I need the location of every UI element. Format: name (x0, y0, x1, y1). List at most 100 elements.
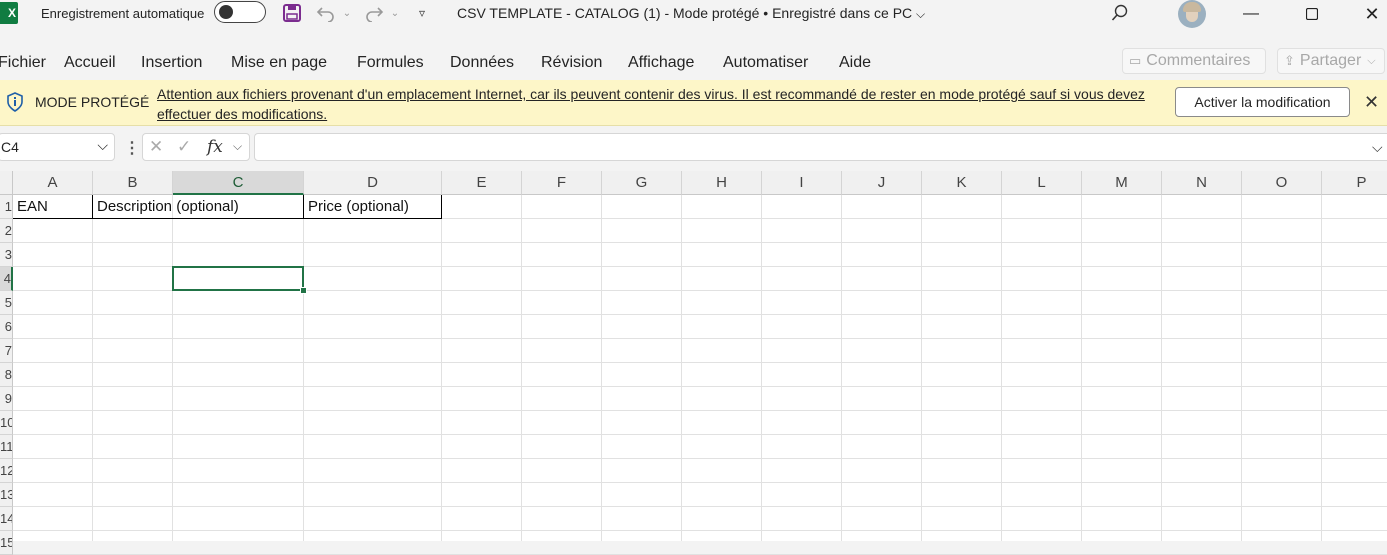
gridline (13, 530, 1387, 531)
column-header-g[interactable]: G (602, 171, 682, 195)
column-header-a[interactable]: A (13, 171, 93, 195)
column-header-e[interactable]: E (442, 171, 522, 195)
autosave-toggle[interactable] (214, 1, 266, 23)
undo-dropdown-icon[interactable]: ⌄ (340, 2, 354, 24)
cell-d1[interactable]: Price (optional) (308, 198, 409, 215)
gridline (13, 434, 1387, 435)
name-box-value: C4 (1, 139, 19, 155)
menu-affichage[interactable]: Affichage (628, 54, 694, 72)
comments-button[interactable]: ▭ Commentaires (1122, 48, 1266, 74)
gridline (521, 195, 522, 541)
row-header-7[interactable]: 7 (0, 339, 13, 363)
cell-border (13, 218, 442, 219)
column-header-d[interactable]: D (304, 171, 442, 195)
gridline (13, 314, 1387, 315)
column-header-o[interactable]: O (1242, 171, 1322, 195)
row-header-3[interactable]: 3 (0, 243, 13, 267)
share-icon: ⇪ (1284, 53, 1295, 68)
gridline (761, 195, 762, 541)
column-header-f[interactable]: F (522, 171, 602, 195)
gridline (1321, 195, 1322, 541)
gridline (13, 362, 1387, 363)
select-all-corner[interactable] (0, 171, 13, 195)
row-header-4[interactable]: 4 (0, 267, 13, 291)
cell-border (441, 195, 442, 219)
column-header-k[interactable]: K (922, 171, 1002, 195)
row-header-5[interactable]: 5 (0, 291, 13, 315)
more-options-icon[interactable]: ⋮ (124, 138, 140, 158)
column-header-m[interactable]: M (1082, 171, 1162, 195)
menu-mise-en-page[interactable]: Mise en page (231, 54, 327, 72)
cell-border (92, 195, 93, 219)
gridline (13, 482, 1387, 483)
avatar[interactable] (1178, 0, 1206, 28)
gridline (1161, 195, 1162, 541)
column-header-l[interactable]: L (1002, 171, 1082, 195)
minimize-icon[interactable]: — (1228, 0, 1274, 28)
menu-donnees[interactable]: Données (450, 54, 514, 72)
shield-icon (6, 92, 24, 117)
document-title-text: CSV TEMPLATE - CATALOG (1) - Mode protég… (457, 5, 913, 21)
autosave-label: Enregistrement automatique (41, 6, 205, 21)
column-header-j[interactable]: J (842, 171, 922, 195)
column-header-n[interactable]: N (1162, 171, 1242, 195)
close-icon[interactable]: ✕ (1364, 92, 1379, 113)
enable-editing-button[interactable]: Activer la modification (1175, 87, 1350, 117)
column-header-h[interactable]: H (682, 171, 762, 195)
undo-icon[interactable] (314, 2, 338, 24)
enter-icon[interactable]: ✓ (177, 137, 191, 157)
row-header-8[interactable]: 8 (0, 363, 13, 387)
column-header-c[interactable]: C (173, 171, 304, 195)
column-header-b[interactable]: B (93, 171, 173, 195)
chevron-down-icon: ⌵ (916, 7, 926, 21)
redo-icon[interactable] (362, 2, 386, 24)
customize-toolbar-icon[interactable]: ▿ (414, 2, 430, 24)
row-header-13[interactable]: 13 (0, 483, 13, 507)
search-icon[interactable] (1108, 2, 1132, 24)
menu-fichier[interactable]: Fichier (0, 54, 46, 72)
chevron-down-icon[interactable]: ⌵ (233, 139, 242, 154)
document-title[interactable]: CSV TEMPLATE - CATALOG (1) - Mode protég… (457, 5, 925, 22)
cancel-icon[interactable]: ✕ (149, 137, 163, 157)
menu-insertion[interactable]: Insertion (141, 54, 202, 72)
save-icon[interactable] (280, 2, 304, 24)
row-header-14[interactable]: 14 (0, 507, 13, 531)
name-box[interactable]: C4 ⌵ (0, 133, 115, 161)
maximize-icon[interactable] (1289, 0, 1335, 28)
gridline (681, 195, 682, 541)
row-header-11[interactable]: 11 (0, 435, 13, 459)
gridline (441, 195, 442, 541)
gridline (172, 195, 173, 541)
row-header-2[interactable]: 2 (0, 219, 13, 243)
column-header-i[interactable]: I (762, 171, 842, 195)
title-bar: X Enregistrement automatique ⌄ ⌄ ▿ CSV T… (0, 0, 1387, 30)
row-header-1[interactable]: 1 (0, 195, 13, 219)
cell-b1[interactable]: Description (optional) (97, 198, 239, 215)
row-header-9[interactable]: 9 (0, 387, 13, 411)
active-cell-c4[interactable] (172, 266, 304, 291)
row-header-12[interactable]: 12 (0, 459, 13, 483)
redo-dropdown-icon[interactable]: ⌄ (388, 2, 402, 24)
banner-message-link[interactable]: Attention aux fichiers provenant d'un em… (157, 84, 1147, 124)
protected-view-banner: MODE PROTÉGÉ Attention aux fichiers prov… (0, 80, 1387, 126)
close-window-icon[interactable]: ✕ (1349, 0, 1387, 28)
menu-automatiser[interactable]: Automatiser (723, 54, 808, 72)
menu-formules[interactable]: Formules (357, 54, 424, 72)
gridline (13, 410, 1387, 411)
formula-input[interactable] (254, 133, 1387, 161)
cell-a1[interactable]: EAN (17, 198, 48, 215)
excel-logo-icon: X (0, 2, 18, 24)
row-header-15[interactable]: 15 (0, 531, 13, 555)
share-button[interactable]: ⇪ Partager ⌵ (1277, 48, 1385, 74)
row-header-6[interactable]: 6 (0, 315, 13, 339)
insert-function-icon[interactable]: fx (207, 137, 223, 157)
expand-formula-bar-icon[interactable]: ⌵ (1372, 139, 1383, 156)
menu-revision[interactable]: Révision (541, 54, 602, 72)
menu-accueil[interactable]: Accueil (64, 54, 116, 72)
row-header-10[interactable]: 10 (0, 411, 13, 435)
column-header-p[interactable]: P (1322, 171, 1387, 195)
gridline (921, 195, 922, 541)
fill-handle[interactable] (300, 287, 307, 294)
gridline (601, 195, 602, 541)
menu-aide[interactable]: Aide (839, 54, 871, 72)
